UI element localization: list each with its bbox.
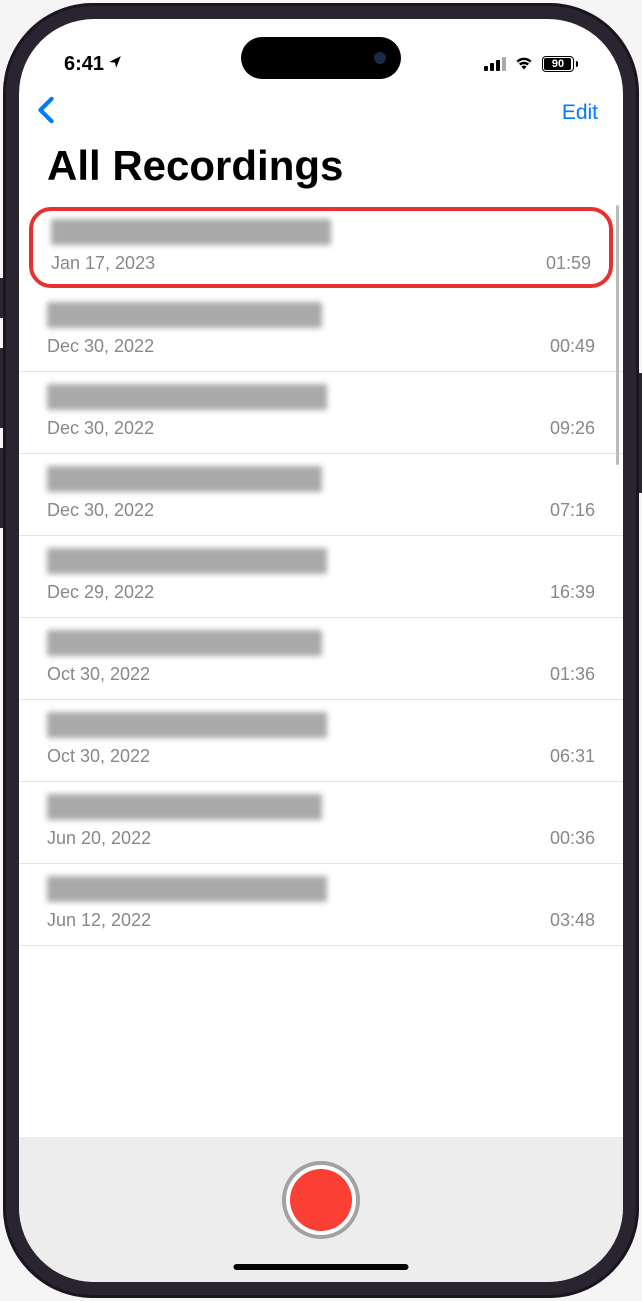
wifi-icon xyxy=(514,53,534,76)
dynamic-island xyxy=(241,37,401,79)
recording-item[interactable]: Dec 30, 2022 09:26 xyxy=(19,372,623,454)
volume-down-button xyxy=(0,448,3,528)
recording-item[interactable]: Oct 30, 2022 01:36 xyxy=(19,618,623,700)
recording-meta: Jun 20, 2022 00:36 xyxy=(47,828,595,849)
recording-date: Dec 29, 2022 xyxy=(47,582,154,603)
recording-item[interactable]: Dec 30, 2022 07:16 xyxy=(19,454,623,536)
recording-title xyxy=(51,219,331,245)
cellular-signal-icon xyxy=(484,57,506,71)
recording-date: Dec 30, 2022 xyxy=(47,336,154,357)
recording-duration: 09:26 xyxy=(550,418,595,439)
battery-percent: 90 xyxy=(552,58,564,70)
recording-duration: 00:49 xyxy=(550,336,595,357)
location-icon xyxy=(108,55,122,74)
recording-duration: 06:31 xyxy=(550,746,595,767)
silent-switch xyxy=(0,278,3,318)
edit-button[interactable]: Edit xyxy=(562,101,598,125)
recording-meta: Jan 17, 2023 01:59 xyxy=(51,253,591,274)
recording-item[interactable]: Jan 17, 2023 01:59 xyxy=(29,207,613,288)
volume-up-button xyxy=(0,348,3,428)
recording-duration: 16:39 xyxy=(550,582,595,603)
page-title: All Recordings xyxy=(19,134,623,205)
recording-title xyxy=(47,466,322,492)
recording-item[interactable]: Dec 30, 2022 00:49 xyxy=(19,290,623,372)
recording-date: Dec 30, 2022 xyxy=(47,500,154,521)
recording-duration: 00:36 xyxy=(550,828,595,849)
recording-title xyxy=(47,548,327,574)
recording-date: Dec 30, 2022 xyxy=(47,418,154,439)
recording-date: Oct 30, 2022 xyxy=(47,746,150,767)
recording-title xyxy=(47,876,327,902)
recording-duration: 01:36 xyxy=(550,664,595,685)
recording-date: Oct 30, 2022 xyxy=(47,664,150,685)
recording-meta: Dec 30, 2022 07:16 xyxy=(47,500,595,521)
home-indicator[interactable] xyxy=(234,1264,409,1270)
recording-meta: Jun 12, 2022 03:48 xyxy=(47,910,595,931)
recording-date: Jan 17, 2023 xyxy=(51,253,155,274)
scrollbar[interactable] xyxy=(616,205,619,465)
status-bar-left: 6:41 xyxy=(64,53,122,76)
recording-item[interactable]: Dec 29, 2022 16:39 xyxy=(19,536,623,618)
recording-meta: Oct 30, 2022 06:31 xyxy=(47,746,595,767)
recording-meta: Dec 30, 2022 09:26 xyxy=(47,418,595,439)
recording-meta: Dec 30, 2022 00:49 xyxy=(47,336,595,357)
recordings-list[interactable]: Jan 17, 202301:59Dec 30, 202200:49Dec 30… xyxy=(19,205,623,1137)
recording-title xyxy=(47,794,322,820)
status-bar-right: 90 xyxy=(484,53,578,76)
phone-frame: 6:41 9 xyxy=(3,3,639,1298)
recording-title xyxy=(47,630,322,656)
nav-bar: Edit xyxy=(19,84,623,134)
recording-item[interactable]: Jun 20, 2022 00:36 xyxy=(19,782,623,864)
record-button[interactable] xyxy=(282,1161,360,1239)
recording-duration: 03:48 xyxy=(550,910,595,931)
recording-meta: Oct 30, 2022 01:36 xyxy=(47,664,595,685)
recording-title xyxy=(47,712,327,738)
back-button[interactable] xyxy=(37,96,55,129)
recording-item[interactable]: Jun 12, 2022 03:48 xyxy=(19,864,623,946)
status-time: 6:41 xyxy=(64,53,104,76)
recording-title xyxy=(47,302,322,328)
bottom-bar xyxy=(19,1137,623,1282)
recording-item[interactable]: Oct 30, 2022 06:31 xyxy=(19,700,623,782)
recording-date: Jun 20, 2022 xyxy=(47,828,151,849)
record-button-inner xyxy=(290,1169,352,1231)
screen: 6:41 9 xyxy=(19,19,623,1282)
recording-date: Jun 12, 2022 xyxy=(47,910,151,931)
recording-title xyxy=(47,384,327,410)
recording-duration: 01:59 xyxy=(546,253,591,274)
battery-icon: 90 xyxy=(542,56,578,72)
recording-duration: 07:16 xyxy=(550,500,595,521)
recording-meta: Dec 29, 2022 16:39 xyxy=(47,582,595,603)
